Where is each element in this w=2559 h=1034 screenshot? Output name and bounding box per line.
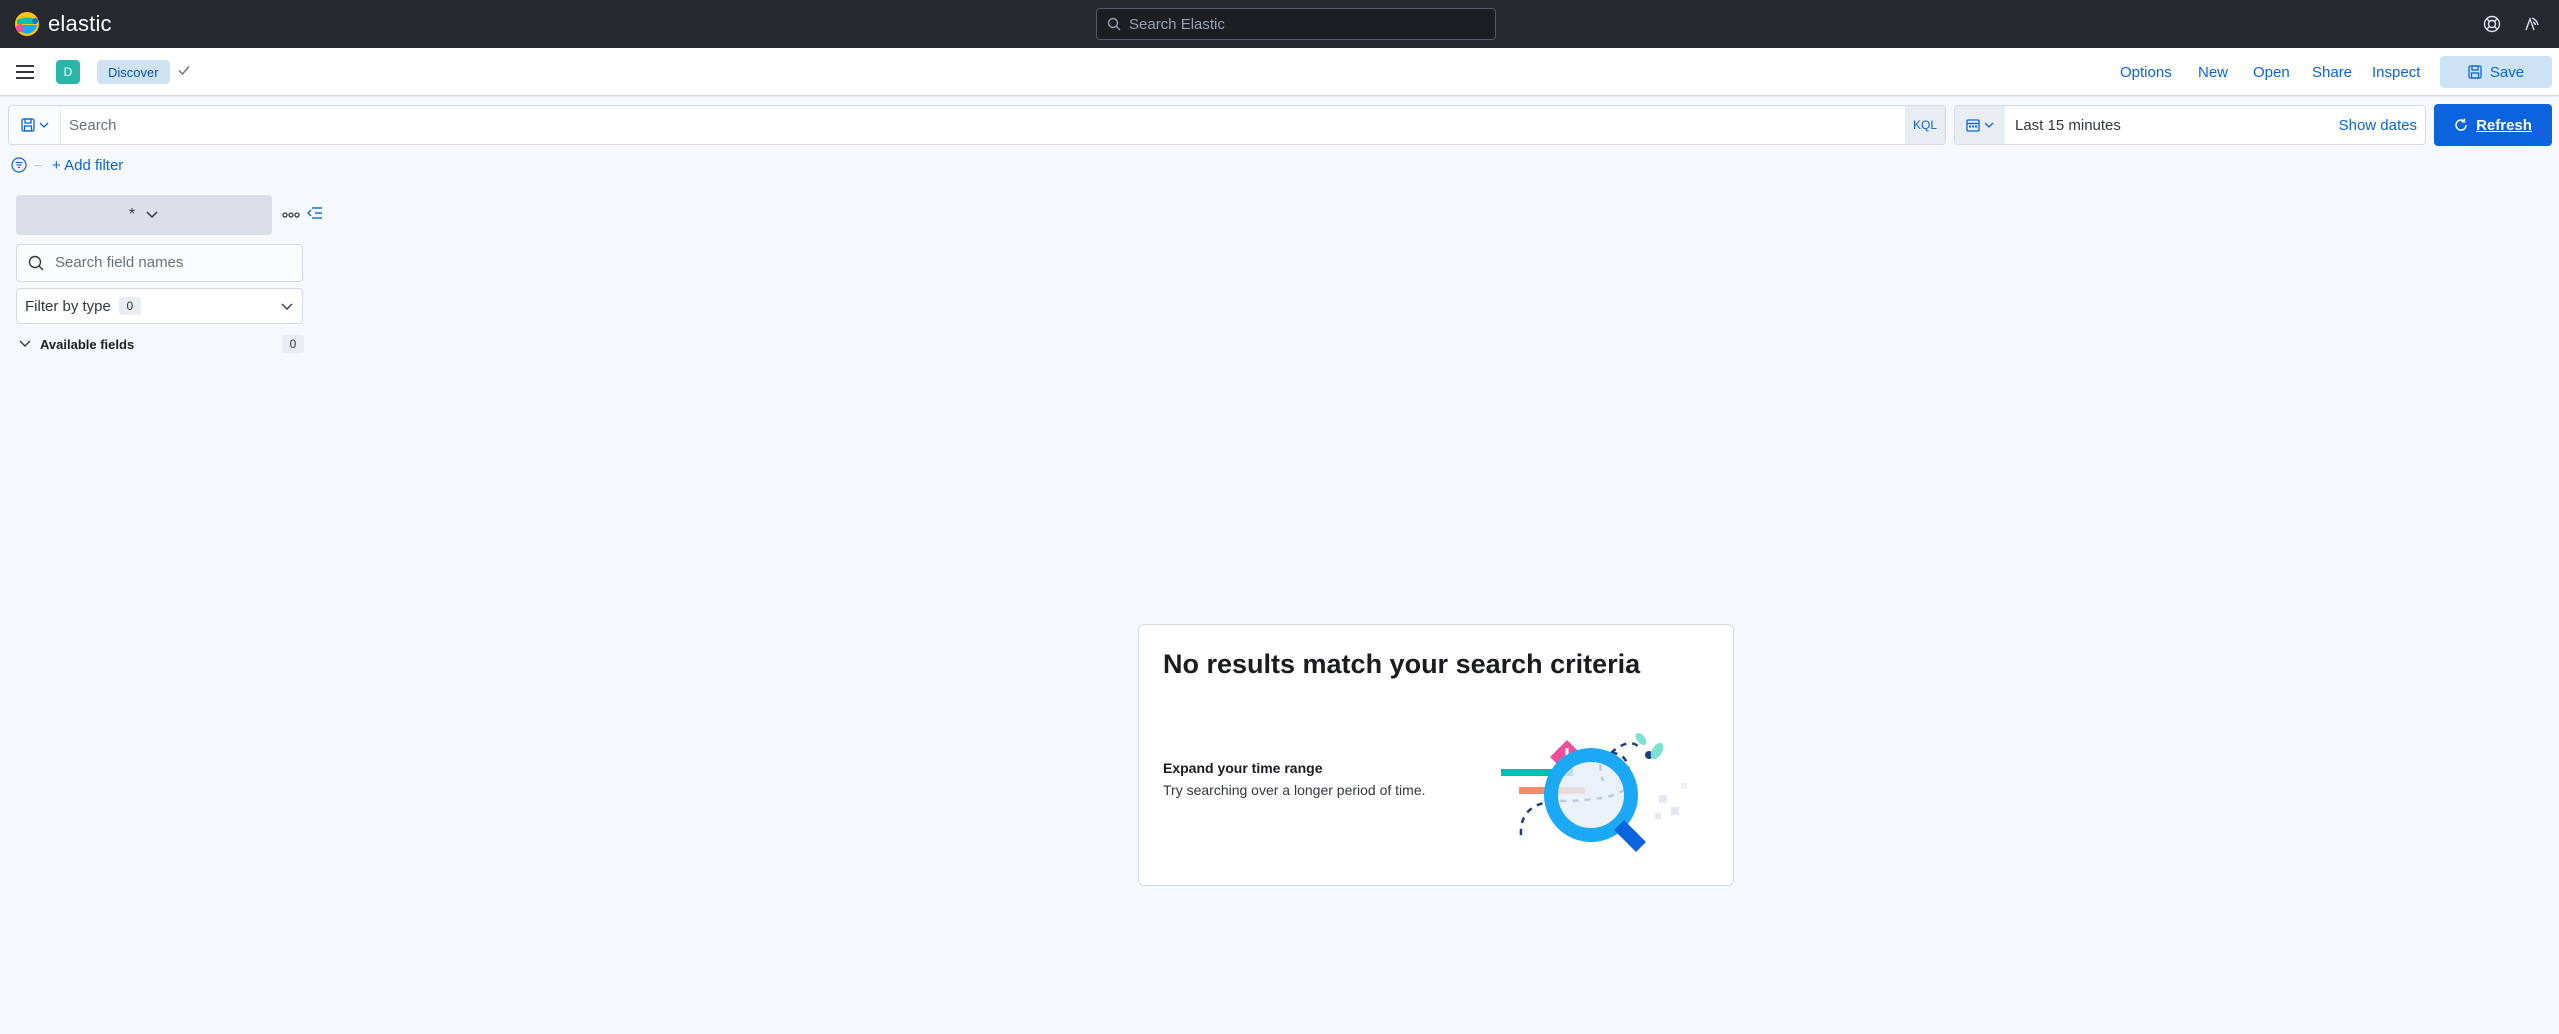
nav-open-label[interactable]: Open xyxy=(2253,64,2290,81)
nav-inspect-label[interactable]: Inspect xyxy=(2372,64,2420,81)
refresh-label: Refresh xyxy=(2476,116,2532,134)
no-results-subtitle: Expand your time range xyxy=(1163,760,1323,776)
no-results-panel: No results match your search criteria Ex… xyxy=(1138,624,1734,886)
nav-new[interactable]: New xyxy=(2198,48,2228,96)
filter-count-badge: 0 xyxy=(118,297,141,315)
menu-icon-bar xyxy=(16,77,34,79)
nav-options-label[interactable]: Options xyxy=(2120,64,2172,81)
refresh-icon xyxy=(2455,118,2467,131)
search-icon xyxy=(1107,17,1121,31)
field-search xyxy=(16,244,303,282)
more-options-icon[interactable] xyxy=(282,206,300,224)
chevron-down-icon xyxy=(281,303,293,310)
space-avatar[interactable]: D xyxy=(56,60,80,84)
filter-divider xyxy=(34,165,42,166)
nav-share[interactable]: Share xyxy=(2312,48,2352,96)
available-fields-toggle[interactable]: Available fields 0 xyxy=(18,334,304,354)
help-icon[interactable] xyxy=(2481,13,2503,35)
date-picker: Last 15 minutes Show dates xyxy=(1954,105,2426,145)
nav-inspect[interactable]: Inspect xyxy=(2372,48,2420,96)
add-filter-button[interactable]: + Add filter xyxy=(52,157,123,174)
saved-query-button[interactable] xyxy=(9,106,61,144)
elastic-logo-icon xyxy=(15,12,39,36)
chevron-down-icon xyxy=(1984,122,1994,128)
app-bar: D Discover Options New Open Share Inspec… xyxy=(0,48,2559,96)
menu-icon-bar xyxy=(16,65,34,67)
date-range-value[interactable]: Last 15 minutes xyxy=(2015,117,2121,134)
filter-by-type-button[interactable]: Filter by type 0 xyxy=(16,288,303,324)
query-language-button[interactable]: KQL xyxy=(1905,106,1945,144)
index-pattern-selector[interactable]: * xyxy=(16,195,272,235)
save-icon xyxy=(2468,65,2482,79)
no-results-illustration xyxy=(1501,733,1687,852)
available-fields-count: 0 xyxy=(282,335,304,353)
filter-by-type-label: Filter by type xyxy=(25,297,111,315)
check-icon xyxy=(178,66,190,76)
nav-new-label[interactable]: New xyxy=(2198,64,2228,81)
global-header: elastic xyxy=(0,0,2559,48)
brand-name: elastic xyxy=(48,11,112,36)
query-input[interactable] xyxy=(69,114,1849,136)
breadcrumb-discover[interactable]: Discover xyxy=(97,60,170,84)
filter-menu-icon[interactable] xyxy=(11,157,27,173)
saved-query-icon xyxy=(20,118,35,132)
chevron-down-icon xyxy=(146,211,158,219)
search-icon xyxy=(28,255,44,271)
no-results-body: Try searching over a longer period of ti… xyxy=(1163,782,1426,798)
save-button[interactable]: Save xyxy=(2440,56,2552,88)
save-label: Save xyxy=(2489,63,2525,81)
date-quick-menu-button[interactable] xyxy=(1955,106,2005,144)
chevron-down-icon xyxy=(39,122,48,128)
refresh-button[interactable]: Refresh xyxy=(2434,104,2552,146)
global-search[interactable] xyxy=(1096,8,1496,40)
chevron-down-icon xyxy=(19,340,31,347)
menu-toggle-button[interactable] xyxy=(16,61,38,83)
global-search-input[interactable] xyxy=(1129,15,1489,33)
no-results-title: No results match your search criteria xyxy=(1163,649,1641,679)
elastic-logo[interactable]: elastic xyxy=(14,10,112,38)
newsfeed-icon[interactable] xyxy=(2521,13,2543,35)
nav-options[interactable]: Options xyxy=(2120,48,2172,96)
calendar-icon xyxy=(1966,119,1980,132)
collapse-sidebar-icon[interactable] xyxy=(306,204,324,222)
nav-open[interactable]: Open xyxy=(2253,48,2290,96)
available-fields-label: Available fields xyxy=(40,336,135,352)
menu-icon-bar xyxy=(16,71,34,73)
field-search-input[interactable] xyxy=(55,254,295,271)
show-dates-link[interactable]: Show dates xyxy=(2339,117,2417,134)
query-bar: KQL xyxy=(8,105,1946,145)
nav-share-label[interactable]: Share xyxy=(2312,64,2352,81)
index-pattern-label: * xyxy=(128,206,136,223)
